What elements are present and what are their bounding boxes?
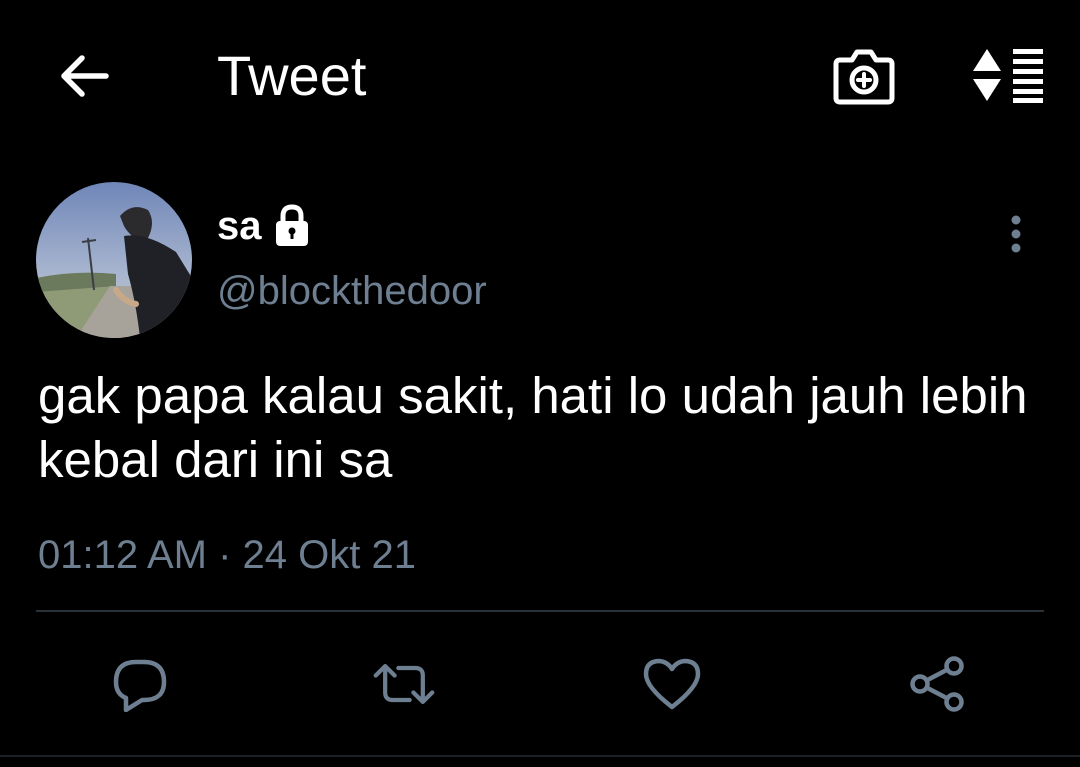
bottom-divider <box>0 755 1080 757</box>
avatar-photo <box>36 182 192 338</box>
share-icon <box>910 656 964 712</box>
heart-icon <box>643 658 701 710</box>
tweet-timestamp: 01:12 AM · 24 Okt 21 <box>38 533 416 577</box>
more-options-button[interactable] <box>996 210 1036 258</box>
author-handle[interactable]: @blockthedoor <box>217 266 487 316</box>
lock-icon <box>272 204 312 248</box>
avatar[interactable] <box>36 182 192 338</box>
sort-list-icon <box>973 49 1043 103</box>
top-app-bar: Tweet <box>0 0 1080 150</box>
more-vertical-icon <box>1011 215 1021 253</box>
tweet-text: gak papa kalau sakit, hati lo udah jauh … <box>38 367 1028 488</box>
page-title: Tweet <box>217 44 367 107</box>
tweet-screen: Tweet sa @blockthedoor gak papa kalau sa… <box>0 0 1080 767</box>
sort-button[interactable] <box>964 40 1052 110</box>
divider <box>36 610 1044 612</box>
retweet-button[interactable] <box>372 652 436 716</box>
like-button[interactable] <box>640 652 704 716</box>
author-name-row[interactable]: sa <box>217 198 312 254</box>
arrow-left-icon <box>61 55 109 97</box>
camera-button[interactable] <box>828 40 900 110</box>
share-button[interactable] <box>906 652 970 716</box>
reply-button[interactable] <box>108 652 172 716</box>
camera-add-icon <box>833 49 895 105</box>
retweet-icon <box>373 664 435 704</box>
reply-icon <box>113 659 167 712</box>
back-button[interactable] <box>52 46 116 106</box>
author-display-name: sa <box>217 203 262 248</box>
